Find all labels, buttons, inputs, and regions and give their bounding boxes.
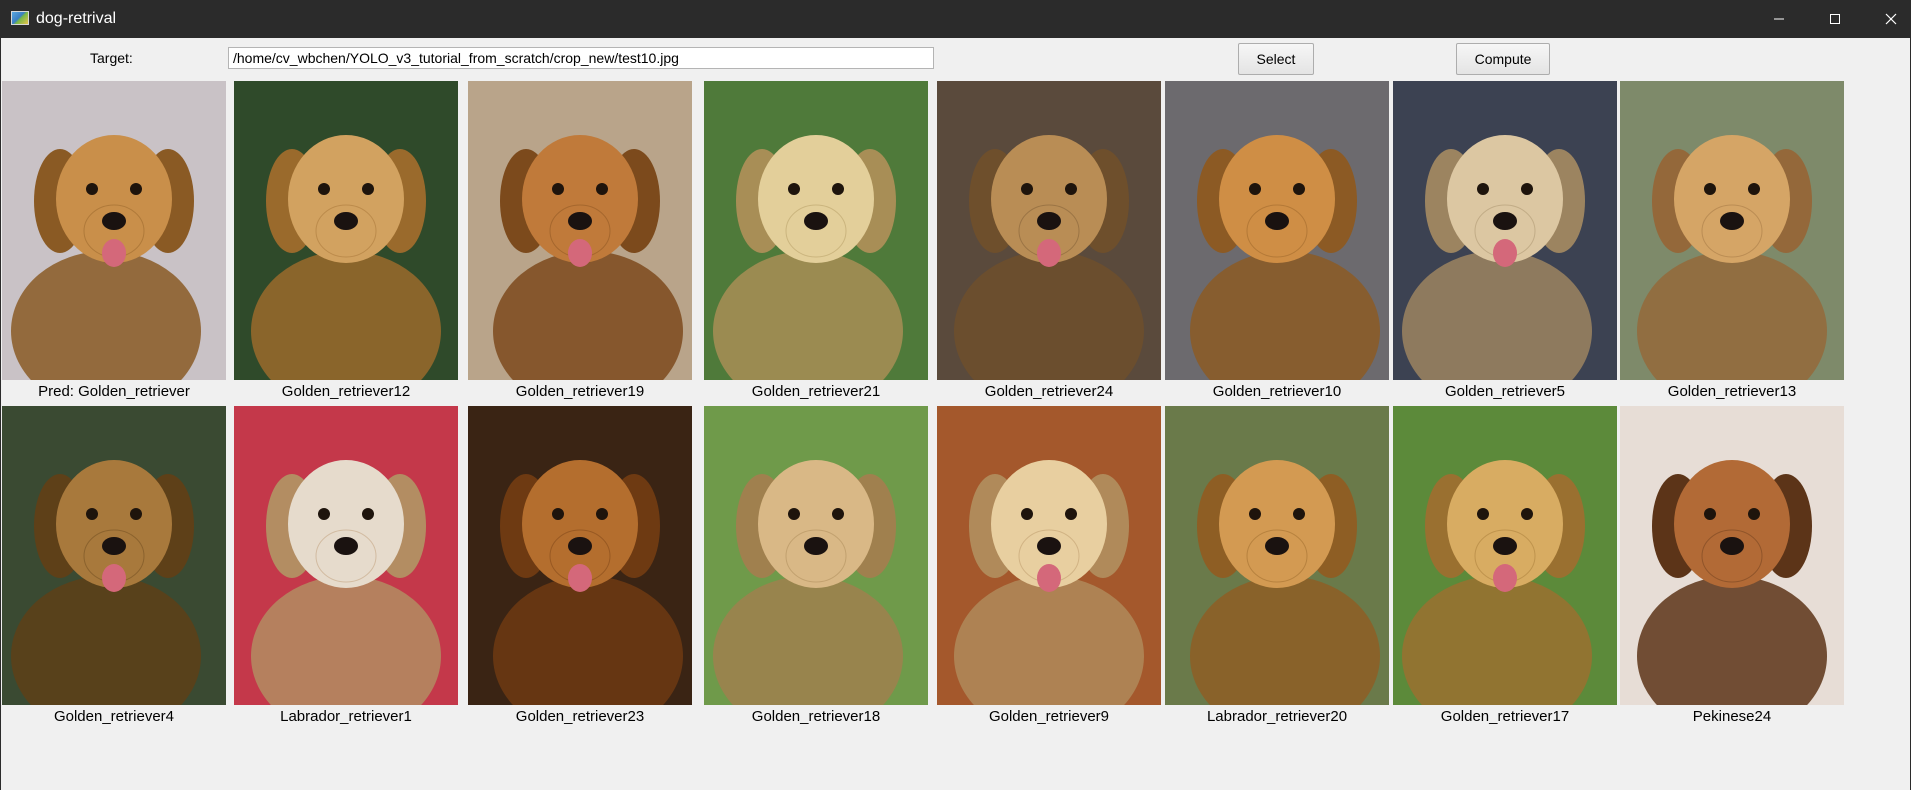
app-icon — [11, 11, 29, 25]
result-image — [704, 81, 928, 380]
result-caption: Golden_retriever9 — [988, 708, 1110, 725]
result-image — [468, 406, 692, 705]
minimize-icon[interactable] — [1756, 0, 1802, 38]
result-image — [1393, 406, 1617, 705]
result-image — [1165, 81, 1389, 380]
result-image — [234, 81, 458, 380]
result-caption: Golden_retriever23 — [515, 708, 645, 725]
result-image — [937, 406, 1161, 705]
result-caption: Golden_retriever18 — [751, 708, 881, 725]
result-caption: Golden_retriever19 — [515, 383, 645, 400]
target-label: Target: — [90, 50, 133, 66]
select-button[interactable]: Select — [1238, 43, 1314, 75]
result-caption: Golden_retriever10 — [1212, 383, 1342, 400]
result-caption: Golden_retriever12 — [281, 383, 411, 400]
result-image — [234, 406, 458, 705]
result-caption: Golden_retriever17 — [1440, 708, 1570, 725]
close-icon[interactable] — [1868, 0, 1911, 38]
result-image — [704, 406, 928, 705]
result-image — [2, 406, 226, 705]
result-caption: Pekinese24 — [1692, 708, 1772, 725]
result-image — [2, 81, 226, 380]
result-caption: Golden_retriever5 — [1444, 383, 1566, 400]
result-image — [937, 81, 1161, 380]
maximize-icon[interactable] — [1812, 0, 1858, 38]
result-image — [1620, 81, 1844, 380]
compute-button[interactable]: Compute — [1456, 43, 1550, 75]
window-title: dog-retrival — [36, 10, 117, 27]
result-caption: Golden_retriever21 — [751, 383, 881, 400]
result-caption: Pred: Golden_retriever — [38, 383, 190, 400]
result-caption: Labrador_retriever20 — [1206, 708, 1348, 725]
title-bar: dog-retrival — [0, 0, 1911, 38]
result-image — [1165, 406, 1389, 705]
result-image — [468, 81, 692, 380]
result-caption: Golden_retriever24 — [984, 383, 1114, 400]
result-caption: Golden_retriever4 — [53, 708, 175, 725]
target-path-input[interactable] — [228, 47, 934, 69]
result-caption: Labrador_retriever1 — [280, 708, 412, 725]
result-caption: Golden_retriever13 — [1667, 383, 1797, 400]
result-image — [1393, 81, 1617, 380]
result-image — [1620, 406, 1844, 705]
